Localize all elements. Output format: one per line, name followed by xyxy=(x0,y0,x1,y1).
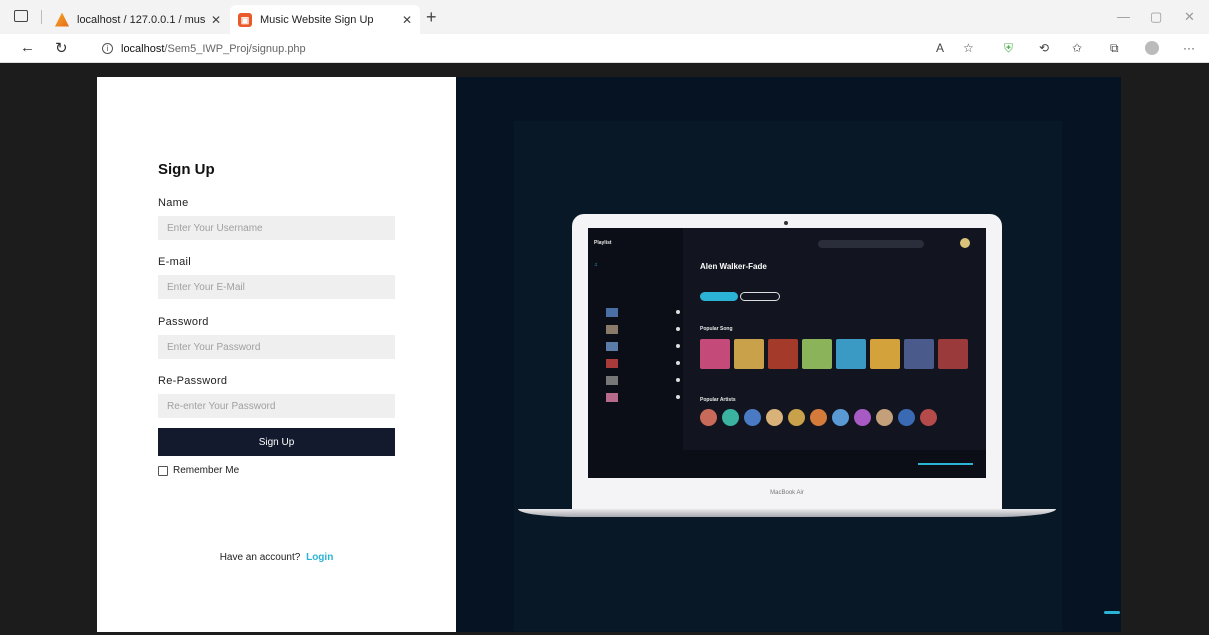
maximize-icon[interactable]: ▢ xyxy=(1150,9,1162,25)
password-input[interactable] xyxy=(158,335,395,359)
remember-label: Remember Me xyxy=(173,465,240,476)
screen-app-title: Playlist xyxy=(594,240,612,246)
hero-scroll-indicator xyxy=(1104,611,1120,614)
laptop-mockup: Playlist ♫ Alen Walker-Fade Popular Song xyxy=(572,214,1002,509)
laptop-base xyxy=(518,509,1056,517)
browser-window: localhost / 127.0.0.1 / music_use ✕ ▣ Mu… xyxy=(0,0,1209,635)
signup-button[interactable]: Sign Up xyxy=(158,428,395,456)
new-tab-icon[interactable]: + xyxy=(426,7,437,28)
read-aloud-icon[interactable]: A xyxy=(936,41,944,55)
name-input[interactable] xyxy=(158,216,395,240)
have-account-line: Have an account? Login xyxy=(97,552,456,563)
favorites-icon[interactable]: ✩ xyxy=(1072,41,1082,55)
hero-image: Playlist ♫ Alen Walker-Fade Popular Song xyxy=(456,77,1121,632)
screen-headline: Alen Walker-Fade xyxy=(700,262,767,271)
favorite-add-icon[interactable]: ☆ xyxy=(963,41,974,55)
extensions-icon[interactable]: ⟲ xyxy=(1039,41,1049,55)
have-account-text: Have an account? xyxy=(219,552,301,563)
url-path: /Sem5_IWP_Proj/signup.php xyxy=(164,42,306,55)
address-bar: ← ↻ i localhost /Sem5_IWP_Proj/signup.ph… xyxy=(0,34,1209,63)
minimize-icon[interactable]: — xyxy=(1117,9,1130,24)
email-label: E-mail xyxy=(158,256,191,268)
music-site-icon: ▣ xyxy=(238,12,252,27)
tab-phpmyadmin[interactable]: localhost / 127.0.0.1 / music_use ✕ xyxy=(47,5,229,34)
url-field[interactable]: i localhost /Sem5_IWP_Proj/signup.php xyxy=(88,38,993,59)
laptop-screen: Playlist ♫ Alen Walker-Fade Popular Song xyxy=(588,228,986,478)
repassword-label: Re-Password xyxy=(158,375,228,387)
close-icon[interactable]: ✕ xyxy=(211,13,221,27)
tab-bar: localhost / 127.0.0.1 / music_use ✕ ▣ Mu… xyxy=(0,0,1209,34)
email-input[interactable] xyxy=(158,275,395,299)
tab-title: localhost / 127.0.0.1 / music_use xyxy=(77,13,205,26)
camera-dot xyxy=(784,221,788,225)
login-link[interactable]: Login xyxy=(306,552,333,563)
screen-popular-artists: Popular Artists xyxy=(700,397,736,403)
tab-actions-icon[interactable] xyxy=(14,10,28,22)
collections-icon[interactable]: ⧉ xyxy=(1110,41,1119,56)
profile-icon[interactable] xyxy=(1145,41,1159,55)
shield-icon[interactable]: ⛨ xyxy=(1004,41,1013,56)
more-icon[interactable]: ··· xyxy=(1183,41,1195,55)
info-icon[interactable]: i xyxy=(102,43,113,54)
repassword-input[interactable] xyxy=(158,394,395,418)
page-content: Sign Up Name E-mail Password Re-Password… xyxy=(0,63,1209,635)
screen-popular-song: Popular Song xyxy=(700,326,733,332)
back-icon[interactable]: ← xyxy=(20,39,35,56)
screen-sidebar xyxy=(588,228,683,450)
url-host: localhost xyxy=(121,42,165,55)
close-icon[interactable]: ✕ xyxy=(402,13,412,27)
laptop-brand: MacBook Air xyxy=(770,490,804,496)
signup-form: Sign Up Name E-mail Password Re-Password… xyxy=(97,77,456,632)
refresh-icon[interactable]: ↻ xyxy=(55,39,68,57)
phpmyadmin-icon xyxy=(55,12,69,27)
window-close-icon[interactable]: ✕ xyxy=(1184,9,1195,25)
tab-separator xyxy=(41,10,42,24)
tab-music-signup[interactable]: ▣ Music Website Sign Up ✕ xyxy=(230,5,420,34)
password-label: Password xyxy=(158,316,209,328)
tab-title: Music Website Sign Up xyxy=(260,13,374,26)
remember-me[interactable]: Remember Me xyxy=(158,465,239,476)
page-title: Sign Up xyxy=(158,161,215,178)
remember-checkbox[interactable] xyxy=(158,465,168,476)
name-label: Name xyxy=(158,197,189,209)
